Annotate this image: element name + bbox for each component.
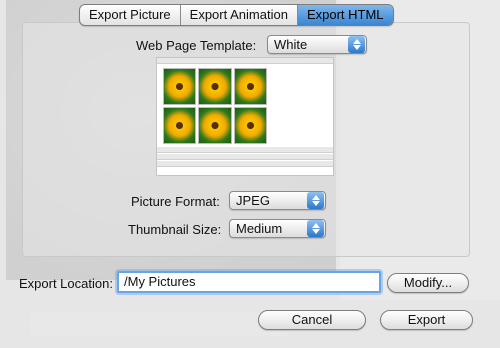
export-sheet: Export Picture Export Animation Export H… bbox=[0, 0, 500, 348]
preview-thumbnail bbox=[163, 68, 197, 105]
template-label: Web Page Template: bbox=[136, 38, 257, 53]
template-popup[interactable]: White bbox=[267, 35, 367, 54]
template-preview-image bbox=[156, 57, 334, 176]
preview-thumbnail-grid bbox=[163, 68, 267, 144]
modify-button[interactable]: Modify... bbox=[387, 273, 469, 293]
preview-thumbnail bbox=[233, 107, 267, 144]
tab-export-picture[interactable]: Export Picture bbox=[80, 5, 181, 25]
tab-export-animation[interactable]: Export Animation bbox=[181, 5, 298, 25]
export-location-field[interactable]: /My Pictures bbox=[117, 271, 381, 293]
up-down-arrows-icon bbox=[307, 220, 324, 237]
thumbnail-size-value: Medium bbox=[236, 221, 283, 236]
preview-thumbnail bbox=[163, 107, 197, 144]
picture-format-popup[interactable]: JPEG bbox=[229, 191, 326, 210]
preview-thumbnail bbox=[198, 68, 232, 105]
preview-thumbnail bbox=[233, 68, 267, 105]
export-tabs: Export Picture Export Animation Export H… bbox=[79, 4, 394, 26]
preview-thumbnail bbox=[198, 107, 232, 144]
up-down-arrows-icon bbox=[348, 36, 365, 53]
template-value: White bbox=[274, 37, 308, 52]
picture-format-label: Picture Format: bbox=[131, 194, 220, 209]
picture-format-value: JPEG bbox=[236, 193, 270, 208]
up-down-arrows-icon bbox=[307, 192, 324, 209]
thumbnail-size-label: Thumbnail Size: bbox=[128, 222, 222, 237]
thumbnail-size-popup[interactable]: Medium bbox=[229, 219, 326, 238]
export-button[interactable]: Export bbox=[380, 310, 473, 330]
cancel-button[interactable]: Cancel bbox=[258, 310, 366, 330]
export-location-label: Export Location: bbox=[19, 276, 113, 291]
tab-export-html[interactable]: Export HTML bbox=[297, 5, 393, 25]
